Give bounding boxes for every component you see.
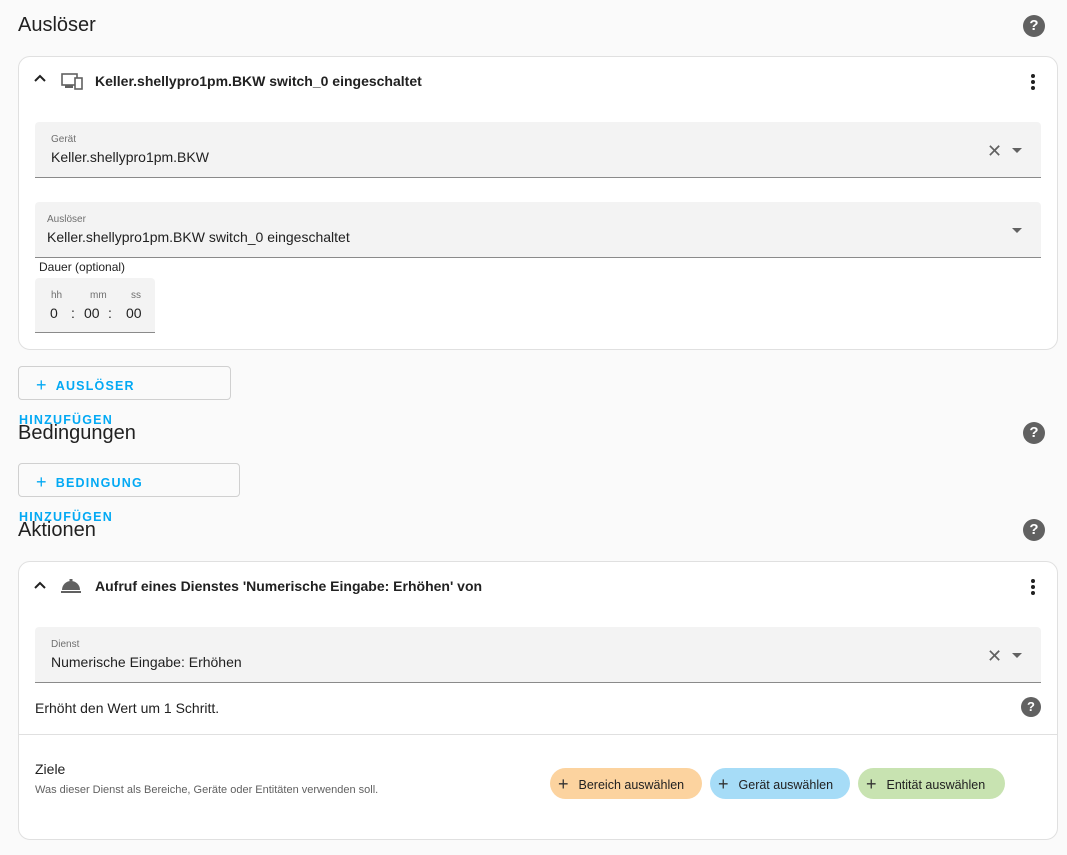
add-trigger-button[interactable]: + AUSLÖSER HINZUFÜGEN — [18, 366, 231, 427]
trigger-field-value: Keller.shellypro1pm.BKW switch_0 eingesc… — [47, 229, 350, 245]
dropdown-caret-icon[interactable] — [1012, 653, 1022, 658]
device-field-label: Gerät — [51, 134, 77, 145]
trigger-card: Keller.shellypro1pm.BKW switch_0 eingesc… — [18, 56, 1058, 350]
chevron-up-icon[interactable] — [33, 71, 47, 88]
seconds-value[interactable]: 00 — [126, 305, 142, 321]
minutes-label: mm — [90, 290, 107, 301]
duration-label: Dauer (optional) — [39, 260, 126, 274]
help-icon[interactable]: ? — [1023, 15, 1045, 37]
plus-icon: + — [558, 774, 569, 794]
select-entity-button[interactable]: + Entität auswählen — [858, 768, 1005, 799]
minutes-value[interactable]: 00 — [84, 305, 100, 321]
clear-icon[interactable]: ✕ — [987, 647, 1002, 665]
select-entity-label: Entität auswählen — [886, 778, 986, 792]
targets-subtitle: Was dieser Dienst als Bereiche, Geräte o… — [35, 784, 379, 796]
conditions-title: Bedingungen — [18, 422, 136, 444]
divider — [19, 734, 1057, 735]
select-device-label: Gerät auswählen — [738, 778, 834, 792]
trigger-field-label: Auslöser — [47, 214, 86, 225]
action-card-header: Aufruf eines Dienstes 'Numerische Eingab… — [95, 578, 483, 594]
help-icon[interactable]: ? — [1021, 697, 1041, 717]
actions-title: Aktionen — [18, 519, 96, 541]
targets-title: Ziele — [35, 761, 66, 777]
room-service-icon — [60, 577, 82, 600]
add-condition-button[interactable]: + BEDINGUNG HINZUFÜGEN — [18, 463, 240, 524]
action-card: Aufruf eines Dienstes 'Numerische Eingab… — [18, 561, 1058, 840]
select-area-button[interactable]: + Bereich auswählen — [550, 768, 702, 799]
plus-icon: + — [718, 774, 729, 794]
triggers-title: Auslöser — [18, 14, 96, 36]
trigger-card-header: Keller.shellypro1pm.BKW switch_0 eingesc… — [95, 73, 422, 89]
select-area-label: Bereich auswählen — [578, 778, 685, 792]
clear-icon[interactable]: ✕ — [987, 142, 1002, 160]
separator: : — [71, 305, 75, 321]
duration-input[interactable]: hh mm ss 0 : 00 : 00 — [35, 278, 155, 333]
service-field[interactable]: Dienst Numerische Eingabe: Erhöhen ✕ — [35, 627, 1041, 683]
devices-icon — [61, 72, 83, 95]
device-field[interactable]: Gerät Keller.shellypro1pm.BKW ✕ — [35, 122, 1041, 178]
help-icon[interactable]: ? — [1023, 422, 1045, 444]
service-field-value: Numerische Eingabe: Erhöhen — [51, 654, 242, 670]
dropdown-caret-icon[interactable] — [1012, 228, 1022, 233]
help-icon[interactable]: ? — [1023, 519, 1045, 541]
select-device-button[interactable]: + Gerät auswählen — [710, 768, 850, 799]
separator: : — [108, 305, 112, 321]
device-field-value: Keller.shellypro1pm.BKW — [51, 149, 209, 165]
more-options-icon[interactable] — [1031, 74, 1035, 92]
service-field-label: Dienst — [51, 639, 80, 650]
trigger-field[interactable]: Auslöser Keller.shellypro1pm.BKW switch_… — [35, 202, 1041, 258]
service-description: Erhöht den Wert um 1 Schritt. — [35, 700, 220, 716]
plus-icon: + — [866, 774, 877, 794]
hours-label: hh — [51, 290, 63, 301]
plus-icon: + — [36, 472, 48, 492]
more-options-icon[interactable] — [1031, 579, 1035, 597]
dropdown-caret-icon[interactable] — [1012, 148, 1022, 153]
plus-icon: + — [36, 375, 48, 395]
seconds-label: ss — [131, 290, 141, 301]
hours-value[interactable]: 0 — [50, 305, 58, 321]
chevron-up-icon[interactable] — [33, 578, 47, 595]
